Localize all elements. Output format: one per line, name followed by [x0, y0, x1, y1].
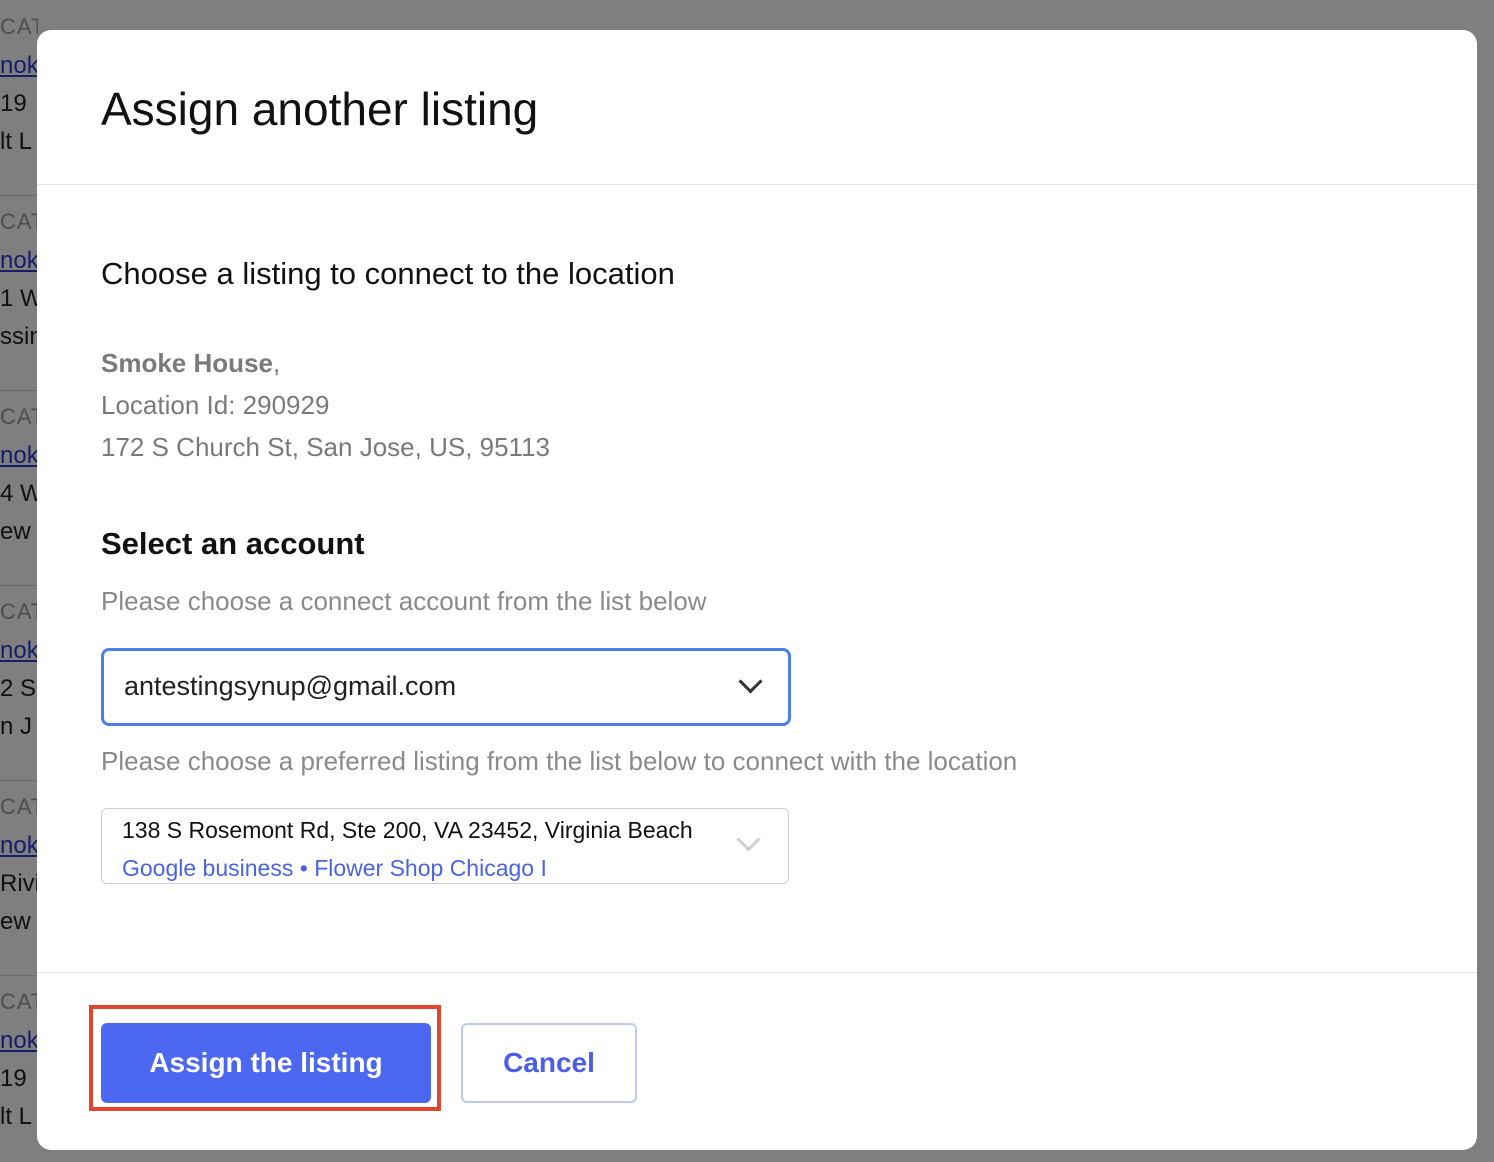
- account-select[interactable]: antestingsynup@gmail.com: [101, 648, 791, 726]
- chevron-down-icon: [736, 827, 761, 852]
- account-help-text: Please choose a connect account from the…: [101, 586, 707, 616]
- listing-help-text: Please choose a preferred listing from t…: [101, 746, 1018, 776]
- location-address: 172 S Church St, San Jose, US, 95113: [101, 432, 551, 462]
- location-name: Smoke House: [101, 348, 273, 378]
- location-details: Smoke House, Location Id: 290929 172 S C…: [101, 342, 550, 468]
- listing-select[interactable]: 138 S Rosemont Rd, Ste 200, VA 23452, Vi…: [101, 808, 789, 884]
- account-select-value: antestingsynup@gmail.com: [124, 671, 457, 701]
- location-name-suffix: ,: [272, 348, 281, 378]
- account-heading: Select an account: [101, 526, 365, 561]
- listing-name: Flower Shop Chicago I: [314, 855, 547, 881]
- section-heading: Choose a listing to connect to the locat…: [101, 256, 675, 291]
- location-name-row: Smoke House,: [101, 342, 550, 384]
- location-id: Location Id: 290929: [101, 390, 330, 420]
- dialog-title: Assign another listing: [101, 83, 539, 135]
- listing-separator: •: [299, 855, 308, 881]
- dialog-header: Assign another listing: [37, 30, 1477, 185]
- chevron-down-icon: [738, 669, 763, 694]
- dialog-footer: Assign the listing Cancel: [37, 972, 1477, 1150]
- cancel-button[interactable]: Cancel: [461, 1023, 637, 1103]
- assign-listing-dialog: Assign another listing Choose a listing …: [37, 30, 1477, 1150]
- listing-address: 138 S Rosemont Rd, Ste 200, VA 23452, Vi…: [122, 817, 693, 843]
- listing-meta: Google business • Flower Shop Chicago I: [122, 855, 547, 882]
- listing-source: Google business: [122, 855, 294, 881]
- assign-listing-button[interactable]: Assign the listing: [101, 1023, 431, 1103]
